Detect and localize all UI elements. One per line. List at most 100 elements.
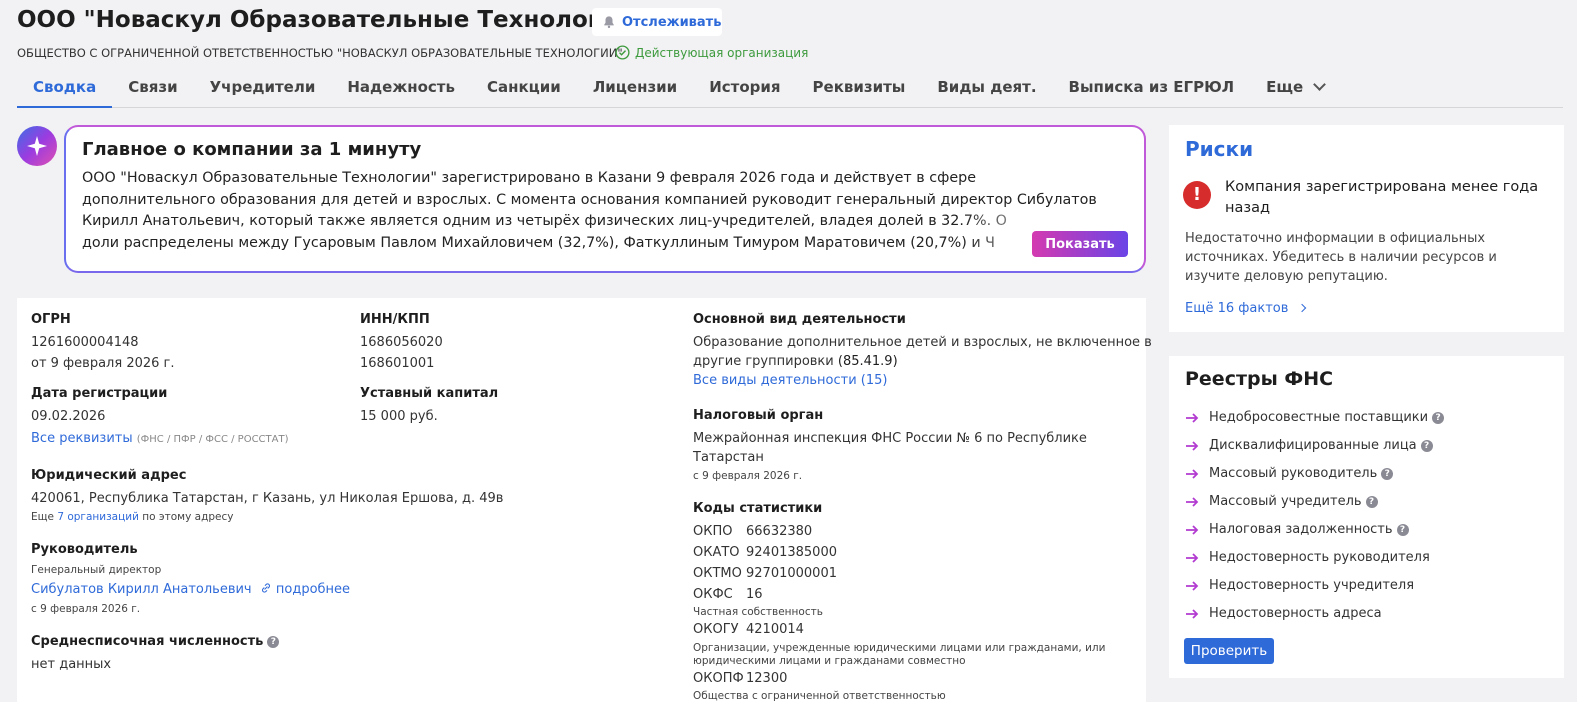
alert-icon: ! bbox=[1183, 181, 1211, 209]
activity-label: Основной вид деятельности bbox=[693, 312, 906, 327]
arrow-right-icon bbox=[1186, 496, 1199, 507]
more-facts-link[interactable]: Ещё 16 фактов bbox=[1185, 301, 1306, 316]
ogrn-date: от 9 февраля 2026 г. bbox=[31, 356, 175, 371]
tab-founders[interactable]: Учредители bbox=[194, 70, 332, 108]
tab-requisites[interactable]: Реквизиты bbox=[797, 70, 922, 108]
code-name: ОКПО bbox=[693, 524, 733, 539]
reg-date-label: Дата регистрации bbox=[31, 386, 168, 401]
tab-egrul[interactable]: Выписка из ЕГРЮЛ bbox=[1053, 70, 1251, 108]
fns-item[interactable]: Недостоверность учредителя bbox=[1185, 578, 1414, 593]
fns-item-label: Массовый руководитель bbox=[1209, 466, 1378, 481]
code-value: 92701000001 bbox=[746, 566, 837, 581]
activity-code: (85.41.9) bbox=[837, 354, 898, 369]
address-value: 420061, Республика Татарстан, г Казань, … bbox=[31, 491, 504, 506]
code-value: 16 bbox=[746, 587, 763, 602]
bell-icon bbox=[604, 16, 614, 29]
arrow-right-icon bbox=[1186, 608, 1199, 619]
fns-item[interactable]: Массовый учредитель? bbox=[1185, 494, 1378, 509]
track-button[interactable]: Отслеживать bbox=[592, 8, 722, 36]
head-more-link[interactable]: подробнее bbox=[260, 582, 350, 597]
head-label: Руководитель bbox=[31, 542, 138, 557]
track-label: Отслеживать bbox=[622, 14, 722, 30]
check-button[interactable]: Проверить bbox=[1184, 638, 1274, 664]
fns-item-label: Дисквалифицированные лица bbox=[1209, 438, 1417, 453]
code-name: ОКОГУ bbox=[693, 622, 739, 637]
arrow-right-icon bbox=[1186, 552, 1199, 563]
address-orgs-link[interactable]: 7 организаций bbox=[57, 511, 139, 523]
capital-value: 15 000 руб. bbox=[360, 409, 438, 424]
code-name: ОКАТО bbox=[693, 545, 740, 560]
fns-item[interactable]: Недостоверность руководителя bbox=[1185, 550, 1430, 565]
fns-item[interactable]: Налоговая задолженность? bbox=[1185, 522, 1409, 537]
all-requisites: Все реквизиты (ФНС / ПФР / ФСС / РОССТАТ… bbox=[31, 429, 289, 450]
code-value: 4210014 bbox=[746, 622, 804, 637]
fns-registries-card: Реестры ФНС Недобросовестные поставщики?… bbox=[1169, 356, 1564, 678]
fns-item-label: Налоговая задолженность bbox=[1209, 522, 1393, 537]
head-date: с 9 февраля 2026 г. bbox=[31, 603, 141, 615]
code-value: 66632380 bbox=[746, 524, 813, 539]
tax-label: Налоговый орган bbox=[693, 408, 824, 423]
tab-links[interactable]: Связи bbox=[112, 70, 193, 108]
staff-label: Среднесписочная численность? bbox=[31, 634, 280, 649]
status-text: Действующая организация bbox=[635, 45, 809, 60]
code-row: ОКПО 66632380 bbox=[693, 522, 812, 542]
code-name: ОКФС bbox=[693, 587, 733, 602]
tab-bar: Сводка Связи Учредители Надежность Санкц… bbox=[17, 70, 1563, 108]
help-icon[interactable]: ? bbox=[267, 636, 280, 648]
help-icon[interactable]: ? bbox=[1432, 411, 1445, 424]
tab-more[interactable]: Еще bbox=[1250, 70, 1340, 108]
okogu-desc1: Организации, учрежденные юридическими ли… bbox=[693, 642, 1106, 654]
head-row: Сибулатов Кирилл Анатольевич подробнее bbox=[31, 580, 350, 600]
all-requisites-link[interactable]: Все реквизиты bbox=[31, 431, 133, 446]
show-button[interactable]: Показать bbox=[1032, 231, 1128, 257]
risks-title[interactable]: Риски bbox=[1185, 137, 1548, 161]
code-value: 92401385000 bbox=[746, 545, 837, 560]
fns-item[interactable]: Дисквалифицированные лица? bbox=[1185, 438, 1433, 453]
arrow-right-icon bbox=[1186, 412, 1199, 423]
activity-line2: другие группировки (85.41.9) bbox=[693, 352, 898, 372]
fns-item[interactable]: Недобросовестные поставщики? bbox=[1185, 410, 1445, 425]
code-row: ОКТМО 92701000001 bbox=[693, 564, 837, 584]
inn-value: 1686056020 bbox=[360, 335, 443, 350]
activity-line2-text: другие группировки bbox=[693, 354, 834, 369]
code-name: ОКТМО bbox=[693, 566, 742, 581]
summary-line: дополнительного образования для детей и … bbox=[82, 191, 1097, 208]
chevron-right-icon bbox=[1297, 303, 1306, 313]
risk-description: Недостаточно информации в официальных ис… bbox=[1185, 231, 1497, 284]
address-label: Юридический адрес bbox=[31, 468, 187, 483]
tab-more-label: Еще bbox=[1266, 78, 1304, 96]
help-icon[interactable]: ? bbox=[1381, 467, 1394, 480]
fns-item-label: Недостоверность руководителя bbox=[1209, 550, 1430, 565]
kpp-value: 168601001 bbox=[360, 356, 435, 371]
tab-activities[interactable]: Виды деят. bbox=[921, 70, 1052, 108]
tab-sanctions[interactable]: Санкции bbox=[471, 70, 577, 108]
all-activities-link[interactable]: Все виды деятельности (15) bbox=[693, 371, 887, 391]
company-title: ООО "Новаскул Образовательные Технологии… bbox=[17, 7, 645, 33]
help-icon[interactable]: ? bbox=[1365, 495, 1378, 508]
check-circle-icon bbox=[615, 45, 630, 60]
help-icon[interactable]: ? bbox=[1396, 523, 1409, 536]
company-full-name: ОБЩЕСТВО С ОГРАНИЧЕННОЙ ОТВЕТСТВЕННОСТЬЮ… bbox=[17, 46, 623, 60]
tax-date: с 9 февраля 2026 г. bbox=[693, 470, 803, 482]
head-name-link[interactable]: Сибулатов Кирилл Анатольевич bbox=[31, 582, 252, 597]
tab-summary[interactable]: Сводка bbox=[17, 70, 113, 108]
okopf-desc: Общества с ограниченной ответственностью bbox=[693, 690, 946, 702]
help-icon[interactable]: ? bbox=[1420, 439, 1433, 452]
tab-history[interactable]: История bbox=[693, 70, 796, 108]
risk-headline: Компания зарегистрирована менее года наз… bbox=[1225, 179, 1539, 216]
tab-licenses[interactable]: Лицензии bbox=[577, 70, 693, 108]
okogu-desc2: юридическими лицами и гражданами совмест… bbox=[693, 655, 966, 667]
fns-title: Реестры ФНС bbox=[1185, 368, 1334, 390]
code-row: ОКАТО 92401385000 bbox=[693, 543, 837, 563]
arrow-right-icon bbox=[1186, 580, 1199, 591]
fns-item[interactable]: Недостоверность адреса bbox=[1185, 606, 1382, 621]
fns-item-label: Недобросовестные поставщики bbox=[1209, 410, 1429, 425]
fns-item[interactable]: Массовый руководитель? bbox=[1185, 466, 1394, 481]
tax-line2: Татарстан bbox=[693, 450, 764, 465]
requisites-note: (ФНС / ПФР / ФСС / РОССТАТ) bbox=[136, 434, 289, 445]
tab-reliability[interactable]: Надежность bbox=[331, 70, 471, 108]
capital-label: Уставный капитал bbox=[360, 386, 499, 401]
more-facts-text: Ещё 16 фактов bbox=[1185, 301, 1289, 316]
arrow-right-icon bbox=[1186, 524, 1199, 535]
address-more-prefix: Еще bbox=[31, 511, 54, 523]
